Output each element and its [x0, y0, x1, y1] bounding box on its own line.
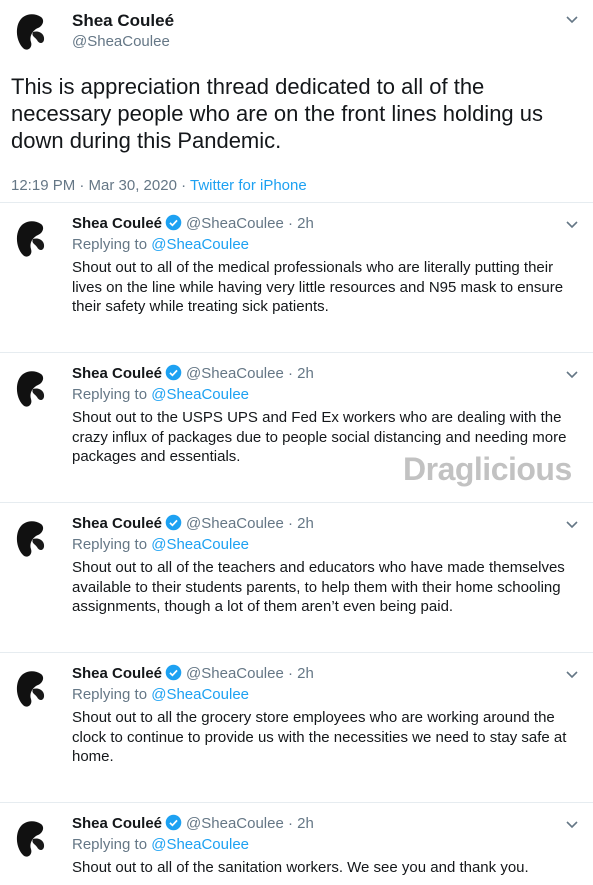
chevron-down-icon[interactable] [565, 667, 579, 681]
replying-mention[interactable]: @SheaCoulee [151, 236, 249, 253]
tweet-timestamp[interactable]: 12:19 PM · Mar 30, 2020 · [11, 177, 190, 194]
reply-tweet[interactable]: Shea Couleé @SheaCoulee · 2h Replying to … [0, 503, 593, 653]
reply-text: Shout out to all of the teachers and edu… [72, 559, 565, 615]
avatar[interactable] [11, 515, 61, 565]
verified-badge-icon [165, 664, 182, 681]
main-tweet[interactable]: Shea Couleé @SheaCoulee This is apprecia… [0, 0, 593, 203]
author-name[interactable]: Shea Couleé [72, 365, 162, 382]
avatar[interactable] [11, 8, 61, 58]
watermark-logo: Draglicious [403, 451, 572, 487]
verified-badge-icon [165, 214, 182, 231]
replying-to: Replying to @SheaCoulee [72, 836, 249, 853]
replying-mention[interactable]: @SheaCoulee [151, 386, 249, 403]
avatar[interactable] [11, 215, 61, 265]
reply-header: Shea Couleé @SheaCoulee · 2h [72, 514, 314, 532]
chevron-down-icon[interactable] [565, 517, 579, 531]
avatar[interactable] [11, 815, 61, 865]
tweet-meta: 12:19 PM · Mar 30, 2020 · Twitter for iP… [11, 177, 307, 194]
reply-header: Shea Couleé @SheaCoulee · 2h [72, 814, 314, 832]
replying-mention[interactable]: @SheaCoulee [151, 536, 249, 553]
chevron-down-icon[interactable] [565, 367, 579, 381]
replying-to: Replying to @SheaCoulee [72, 686, 249, 703]
replying-label: Replying to [72, 836, 152, 853]
avatar[interactable] [11, 665, 61, 715]
chevron-down-icon[interactable] [565, 217, 579, 231]
chevron-down-icon[interactable] [565, 817, 579, 831]
tweet-source[interactable]: Twitter for iPhone [190, 177, 307, 194]
reply-header: Shea Couleé @SheaCoulee · 2h [72, 364, 314, 382]
reply-text: Shout out to all the grocery store emplo… [72, 709, 567, 765]
replying-to: Replying to @SheaCoulee [72, 536, 249, 553]
replying-mention[interactable]: @SheaCoulee [151, 686, 249, 703]
verified-badge-icon [165, 514, 182, 531]
handle-time[interactable]: @SheaCoulee · 2h [186, 815, 314, 832]
reply-header: Shea Couleé @SheaCoulee · 2h [72, 664, 314, 682]
author-name[interactable]: Shea Couleé [72, 11, 174, 31]
replying-label: Replying to [72, 236, 152, 253]
replying-label: Replying to [72, 536, 152, 553]
author-name[interactable]: Shea Couleé [72, 665, 162, 682]
handle-time[interactable]: @SheaCoulee · 2h [186, 665, 314, 682]
handle-time[interactable]: @SheaCoulee · 2h [186, 215, 314, 232]
replying-mention[interactable]: @SheaCoulee [151, 836, 249, 853]
tweet-text: This is appreciation thread dedicated to… [11, 74, 544, 153]
handle-time[interactable]: @SheaCoulee · 2h [186, 365, 314, 382]
reply-text: Shout out to all of the sanitation worke… [72, 859, 529, 876]
author-name[interactable]: Shea Couleé [72, 215, 162, 232]
replying-label: Replying to [72, 386, 152, 403]
author-handle[interactable]: @SheaCoulee [72, 33, 170, 50]
verified-badge-icon [165, 364, 182, 381]
author-name[interactable]: Shea Couleé [72, 515, 162, 532]
chevron-down-icon[interactable] [565, 12, 579, 26]
replying-to: Replying to @SheaCoulee [72, 386, 249, 403]
replying-to: Replying to @SheaCoulee [72, 236, 249, 253]
verified-badge-icon [165, 814, 182, 831]
reply-tweet[interactable]: Shea Couleé @SheaCoulee · 2h Replying to … [0, 203, 593, 353]
avatar[interactable] [11, 365, 61, 415]
reply-header: Shea Couleé @SheaCoulee · 2h [72, 214, 314, 232]
reply-text: Shout out to all of the medical professi… [72, 259, 564, 315]
author-name[interactable]: Shea Couleé [72, 815, 162, 832]
reply-tweet[interactable]: Shea Couleé @SheaCoulee · 2h Replying to … [0, 653, 593, 803]
replying-label: Replying to [72, 686, 152, 703]
handle-time[interactable]: @SheaCoulee · 2h [186, 515, 314, 532]
reply-tweet[interactable]: Shea Couleé @SheaCoulee · 2h Replying to … [0, 803, 593, 885]
